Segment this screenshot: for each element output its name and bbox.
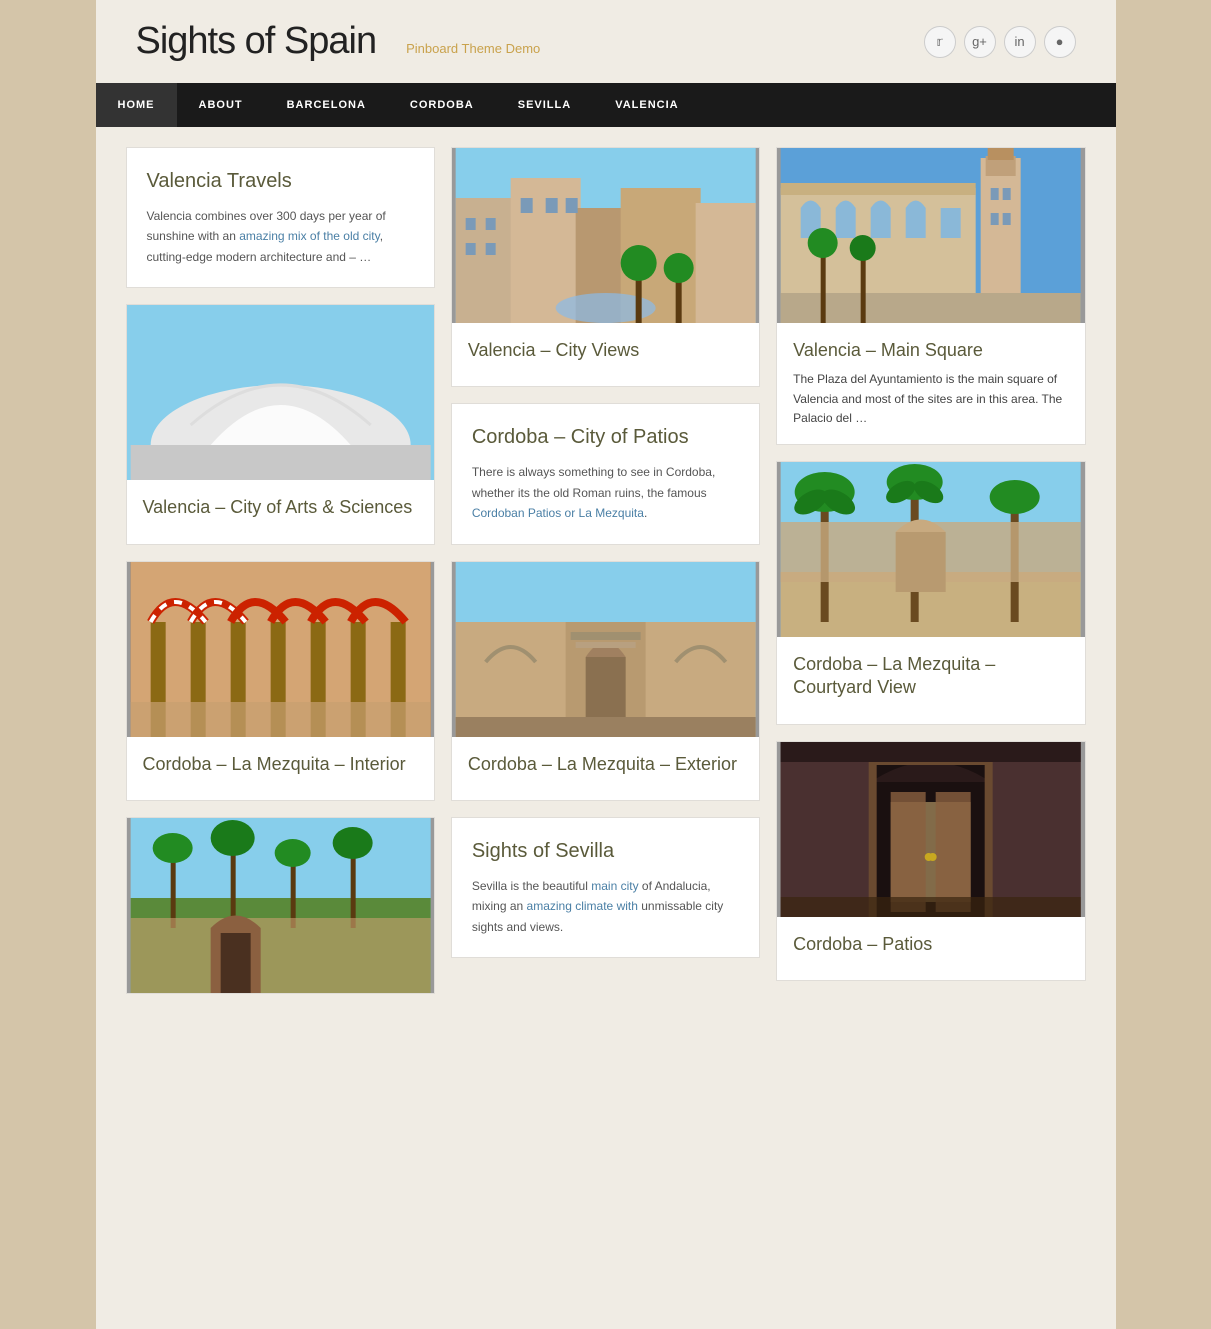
- link-patios: Cordoban Patios or La Mezquita: [472, 506, 644, 520]
- img-valencia-city-views: [452, 148, 759, 323]
- column-2: Valencia – City Views Cordoba – City of …: [451, 147, 760, 994]
- card-title-cordoba-courtyard: Cordoba – La Mezquita – Courtyard View: [793, 653, 1068, 700]
- img-courtyard-svg: [777, 462, 1084, 637]
- tagline: Pinboard Theme Demo: [406, 41, 540, 56]
- img-arts-svg: [127, 305, 434, 480]
- link-amazing: amazing mix of the old city: [239, 229, 380, 243]
- card-grid: Valencia Travels Valencia combines over …: [126, 147, 1086, 994]
- card-title-mezquita-exterior: Cordoba – La Mezquita – Exterior: [468, 753, 743, 776]
- card-title-valencia-travels: Valencia Travels: [147, 168, 414, 194]
- nav-home[interactable]: HOME: [96, 83, 177, 127]
- linkedin-icon[interactable]: in: [1004, 26, 1036, 58]
- nav-barcelona[interactable]: BARCELONA: [265, 83, 388, 127]
- google-icon[interactable]: g+: [964, 26, 996, 58]
- twitter-icon[interactable]: 𝕣: [924, 26, 956, 58]
- card-cordoba-courtyard[interactable]: Cordoba – La Mezquita – Courtyard View: [776, 461, 1085, 725]
- card-text-cordoba-patios: There is always something to see in Cord…: [472, 462, 739, 523]
- img-cordoba-courtyard: [777, 462, 1084, 637]
- card-title-valencia-city-views: Valencia – City Views: [468, 339, 743, 362]
- card-mezquita-interior[interactable]: Cordoba – La Mezquita – Interior: [126, 561, 435, 801]
- nav-about[interactable]: ABOUT: [177, 83, 265, 127]
- card-valencia-city-views[interactable]: Valencia – City Views: [451, 147, 760, 387]
- card-text-valencia-travels: Valencia combines over 300 days per year…: [147, 206, 414, 267]
- img-mezquita-interior-svg: [127, 562, 434, 737]
- card-sights-sevilla[interactable]: Sights of Sevilla Sevilla is the beautif…: [451, 817, 760, 958]
- img-patios-door-svg: [777, 742, 1084, 917]
- card-text-valencia-main-square: The Plaza del Ayuntamiento is the main s…: [793, 370, 1068, 428]
- card-title-valencia-main-square: Valencia – Main Square: [793, 339, 1068, 362]
- card-title-sights-sevilla: Sights of Sevilla: [472, 838, 739, 864]
- card-title-mezquita-interior: Cordoba – La Mezquita – Interior: [143, 753, 418, 776]
- column-3: Valencia – Main Square The Plaza del Ayu…: [776, 147, 1085, 994]
- card-sevilla-bottom[interactable]: [126, 817, 435, 994]
- search-icon[interactable]: ●: [1044, 26, 1076, 58]
- nav-sevilla[interactable]: SEVILLA: [496, 83, 593, 127]
- link-main-city: main city: [591, 879, 638, 893]
- site-title: Sights of Spain: [136, 20, 377, 63]
- page-wrapper: Sights of Spain Pinboard Theme Demo 𝕣 g+…: [96, 0, 1116, 1329]
- img-mezquita-exterior: [452, 562, 759, 737]
- img-mezquita-interior: [127, 562, 434, 737]
- nav-valencia[interactable]: VALENCIA: [593, 83, 700, 127]
- card-valencia-main-square[interactable]: Valencia – Main Square The Plaza del Ayu…: [776, 147, 1085, 445]
- card-title-cordoba-patios-img: Cordoba – Patios: [793, 933, 1068, 956]
- img-mezquita-ext-svg: [452, 562, 759, 737]
- img-valencia-arts: [127, 305, 434, 480]
- card-text-sights-sevilla: Sevilla is the beautiful main city of An…: [472, 876, 739, 937]
- site-header: Sights of Spain Pinboard Theme Demo 𝕣 g+…: [96, 0, 1116, 83]
- card-title-cordoba-patios: Cordoba – City of Patios: [472, 424, 739, 450]
- card-title-valencia-arts: Valencia – City of Arts & Sciences: [143, 496, 418, 519]
- main-content: Valencia Travels Valencia combines over …: [96, 127, 1116, 1014]
- img-main-square-svg: [777, 148, 1084, 323]
- card-mezquita-exterior[interactable]: Cordoba – La Mezquita – Exterior: [451, 561, 760, 801]
- img-sevilla-bottom: [127, 818, 434, 993]
- card-cordoba-patios-text[interactable]: Cordoba – City of Patios There is always…: [451, 403, 760, 544]
- card-valencia-arts[interactable]: Valencia – City of Arts & Sciences: [126, 304, 435, 544]
- link-amazing-climate: amazing climate with: [527, 899, 638, 913]
- img-sevilla-svg: [127, 818, 434, 993]
- img-valencia-main-square: [777, 148, 1084, 323]
- main-nav: HOME ABOUT BARCELONA CORDOBA SEVILLA VAL…: [96, 83, 1116, 127]
- card-cordoba-patios-img[interactable]: Cordoba – Patios: [776, 741, 1085, 981]
- card-valencia-travels[interactable]: Valencia Travels Valencia combines over …: [126, 147, 435, 288]
- img-cordoba-patios-door: [777, 742, 1084, 917]
- header-icons: 𝕣 g+ in ●: [924, 26, 1076, 58]
- header-left: Sights of Spain Pinboard Theme Demo: [136, 20, 541, 63]
- nav-cordoba[interactable]: CORDOBA: [388, 83, 496, 127]
- column-1: Valencia Travels Valencia combines over …: [126, 147, 435, 994]
- img-city-views-svg: [452, 148, 759, 323]
